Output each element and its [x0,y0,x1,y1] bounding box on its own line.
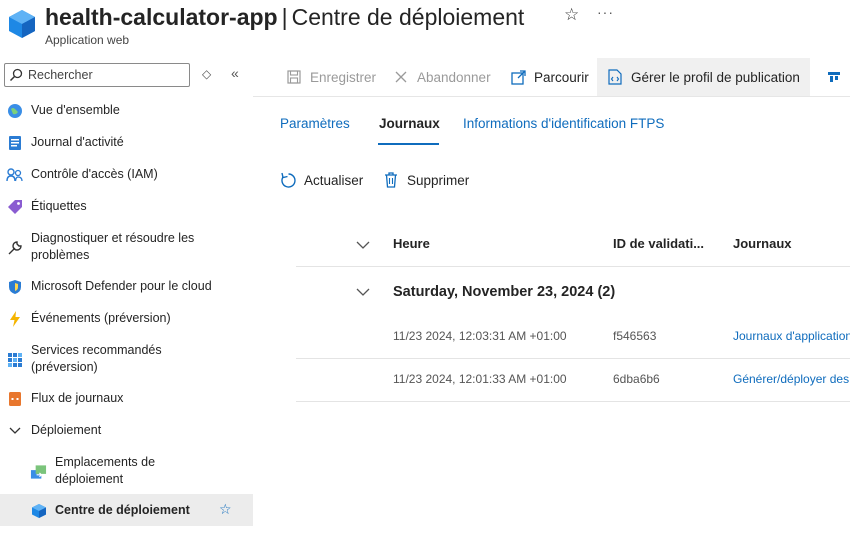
trash-icon [382,171,400,189]
row-divider [296,358,850,359]
tab-ftps-credentials[interactable]: Informations d'identification FTPS [463,116,664,131]
log-stream-icon [6,391,23,408]
cell-time: 11/23 2024, 12:01:33 AM +01:00 [393,372,567,386]
sidebar-item-label: Étiquettes [31,199,87,213]
refresh-label: Actualiser [304,172,364,188]
lightning-icon [6,311,23,328]
sidebar-item-overview[interactable]: Vue d'ensemble [0,100,253,122]
sidebar-item-label: Centre de déploiement [55,503,190,517]
shield-icon [6,279,23,296]
sidebar-group-deployment[interactable]: Déploiement [0,420,253,442]
sidebar-item-label: Microsoft Defender pour le cloud [31,279,212,293]
sidebar-item-log-stream[interactable]: Flux de journaux [0,388,253,410]
title-separator: | [281,4,288,30]
sidebar-item-label: Déploiement [31,423,102,437]
sidebar-item-deployment-slots[interactable]: Emplacements de déploiement [0,452,253,490]
cell-time: 11/23 2024, 12:03:31 AM +01:00 [393,329,567,343]
column-header-commit-id[interactable]: ID de validati... [613,236,704,251]
save-button[interactable]: Enregistrer [286,58,376,96]
cube-icon [30,502,47,519]
row-divider [296,401,850,402]
sync-icon [826,69,842,85]
command-bar: Enregistrer Abandonner Parcourir Gérer l… [270,58,850,96]
group-header-date: Saturday, November 23, 2024 (2) [393,284,616,300]
sidebar-item-label: Journal d'activité [31,135,124,149]
refresh-icon [279,171,297,189]
refresh-button[interactable]: Actualiser [279,170,363,190]
sidebar-item-label: Emplacements de déploiement [55,455,156,486]
blade-title: Centre de déploiement [291,4,525,30]
tag-icon [6,199,23,216]
sidebar-item-recommended-services[interactable]: Services recommandés (préversion) [0,340,253,378]
sidebar-item-label: Flux de journaux [31,391,124,405]
sidebar-item-deployment-center[interactable]: Centre de déploiement ☆ [0,494,253,526]
publish-profile-icon [607,69,623,85]
collapse-all-chevron-icon[interactable] [356,240,370,250]
grid-icon [6,351,23,368]
sidebar-item-tags[interactable]: Étiquettes [0,196,253,218]
page-title: health-calculator-app | Centre de déploiem… [45,2,524,32]
favorite-star-icon[interactable]: ☆ [564,5,579,25]
page-header: health-calculator-app | Centre de déploiem… [0,0,850,58]
manage-publish-profile-button[interactable]: Gérer le profil de publication [597,58,810,96]
logs-link[interactable]: Journaux d'application [733,329,850,343]
wrench-icon [6,239,23,256]
manage-publish-profile-label: Gérer le profil de publication [631,69,800,85]
people-icon [6,167,23,184]
sidebar-item-label: Événements (préversion) [31,311,171,325]
sidebar-item-activity-log[interactable]: Journal d'activité [0,132,253,154]
save-label: Enregistrer [310,69,377,85]
group-chevron-down-icon[interactable] [356,287,370,297]
close-icon [393,69,409,85]
resource-type: Application web [45,33,130,47]
sidebar-item-label: Vue d'ensemble [31,103,120,117]
open-external-icon [510,69,526,85]
app-name: health-calculator-app [45,4,278,30]
activity-log-icon [6,135,23,152]
sidebar-item-iam[interactable]: Contrôle d'accès (IAM) [0,164,253,186]
tab-settings[interactable]: Paramètres [280,116,350,131]
column-header-logs[interactable]: Journaux [733,236,792,251]
header-divider [296,266,850,267]
discard-button[interactable]: Abandonner [393,58,491,96]
active-tab-indicator [378,143,439,145]
column-header-time[interactable]: Heure [393,236,430,251]
globe-icon [6,103,23,120]
cell-commit-id: 6dba6b6 [613,372,660,386]
delete-button[interactable]: Supprimer [382,170,469,190]
delete-label: Supprimer [407,172,470,188]
resource-menu: Rechercher ◇ « Vue d'ensemble Journal d'… [0,58,253,534]
slots-icon [30,463,47,480]
collapse-menu-icon[interactable]: « [231,65,239,81]
sort-toggle-icon[interactable]: ◇ [202,67,211,81]
logs-link[interactable]: Générer/déployer des [733,372,849,386]
sidebar-item-label: Diagnostiquer et résoudre les problèmes [31,231,195,262]
sidebar-item-label: Services recommandés (préversion) [31,343,162,374]
search-input[interactable]: Rechercher [4,63,190,87]
browse-label: Parcourir [534,69,589,85]
browse-button[interactable]: Parcourir [510,58,589,96]
tab-logs[interactable]: Journaux [379,116,440,131]
cell-commit-id: f546563 [613,329,657,343]
sync-button[interactable]: S [826,58,850,96]
sidebar-item-events[interactable]: Événements (préversion) [0,308,253,330]
sidebar-item-diagnose[interactable]: Diagnostiquer et résoudre les problèmes [0,228,253,266]
sidebar-item-label: Contrôle d'accès (IAM) [31,167,158,181]
save-icon [286,69,302,85]
app-service-icon [9,10,35,38]
discard-label: Abandonner [417,69,491,85]
more-options-icon[interactable]: ··· [597,4,614,20]
chevron-down-icon [6,423,23,440]
favorite-star-icon[interactable]: ☆ [219,501,232,518]
search-icon [9,68,23,82]
toolbar-divider [253,96,850,97]
sidebar-item-defender[interactable]: Microsoft Defender pour le cloud [0,276,253,298]
search-placeholder: Rechercher [28,68,93,82]
